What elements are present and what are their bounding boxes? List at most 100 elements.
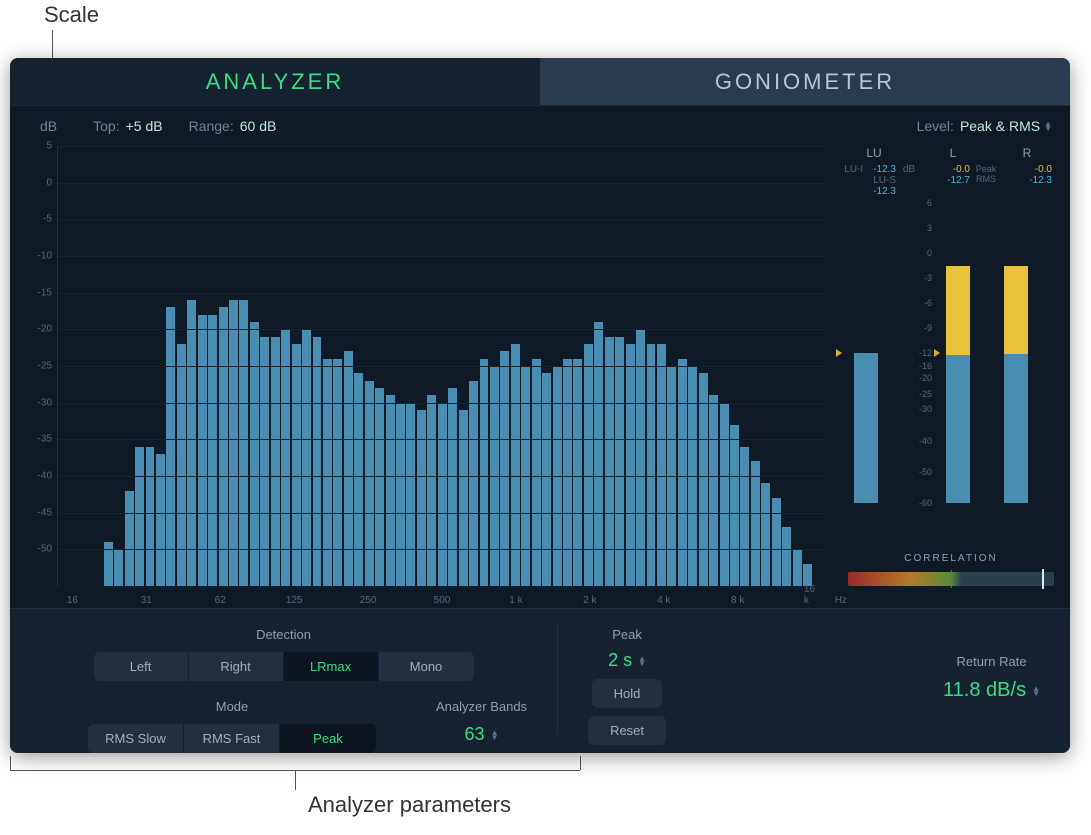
lr-marker-icon xyxy=(934,349,940,357)
bands-value-text: 63 xyxy=(465,724,485,745)
return-rate-label: Return Rate xyxy=(956,654,1026,669)
r-meter xyxy=(1004,203,1028,503)
freq-bar xyxy=(803,564,812,586)
hold-button[interactable]: Hold xyxy=(592,679,663,708)
return-rate-stepper-icon[interactable] xyxy=(1032,686,1040,696)
correlation-cursor xyxy=(1042,569,1044,589)
divider xyxy=(557,621,558,735)
meter-tick: -9 xyxy=(924,323,932,333)
x-tick: 4 k xyxy=(657,595,670,606)
x-tick: 500 xyxy=(434,595,451,606)
freq-bar xyxy=(219,307,228,586)
l-meter-fill xyxy=(946,355,970,503)
meter-tick: -30 xyxy=(919,404,932,414)
peak-stepper-icon[interactable] xyxy=(638,656,646,666)
freq-bar xyxy=(563,359,572,586)
detection-option[interactable]: Right xyxy=(189,652,284,681)
lu-marker-icon xyxy=(836,349,842,357)
freq-bar xyxy=(678,359,687,586)
reset-button[interactable]: Reset xyxy=(588,716,666,745)
freq-bar xyxy=(302,329,311,586)
mode-option[interactable]: Peak xyxy=(280,724,376,753)
return-rate-value[interactable]: 11.8 dB/s xyxy=(943,679,1040,702)
detection-option[interactable]: Mono xyxy=(379,652,474,681)
freq-bar xyxy=(751,461,760,586)
freq-bar xyxy=(793,549,802,586)
freq-bar xyxy=(542,373,551,586)
lu-meter-fill xyxy=(854,353,878,503)
freq-bar xyxy=(594,322,603,586)
correlation-title: CORRELATION xyxy=(844,553,1058,564)
lu-s-label: LU-S xyxy=(873,175,896,186)
analyzer-parameters: Detection LeftRightLRmaxMono Mode RMS Sl… xyxy=(10,608,1070,753)
meter-box: 630-3-6-9-12-16-20-25-30-40-50-60 xyxy=(844,203,1058,503)
r-peak-value: -0.0 xyxy=(1022,164,1052,175)
x-tick: 2 k xyxy=(583,595,596,606)
meter-tick: -60 xyxy=(919,498,932,508)
level-value[interactable]: Peak & RMS xyxy=(960,118,1040,134)
freq-bar xyxy=(229,300,238,586)
detection-label: Detection xyxy=(256,627,311,642)
lu-meter xyxy=(854,203,878,503)
meter-tick: -3 xyxy=(924,273,932,283)
freq-bar xyxy=(761,483,770,586)
x-axis: Hz 1631621252505001 k2 k4 k8 k16 k xyxy=(57,588,827,606)
mode-option[interactable]: RMS Fast xyxy=(184,724,280,753)
db-unit-label: dB xyxy=(40,118,57,134)
level-stepper-icon[interactable] xyxy=(1044,121,1052,131)
r-rms-value: -12.3 xyxy=(1022,175,1052,186)
mode-segmented: RMS SlowRMS FastPeak xyxy=(88,724,376,753)
multimeter-plugin: ANALYZER GONIOMETER dB Top: +5 dB Range:… xyxy=(10,58,1070,753)
freq-bar xyxy=(344,351,353,586)
detection-option[interactable]: Left xyxy=(94,652,189,681)
freq-bar xyxy=(135,447,144,586)
bands-value[interactable]: 63 xyxy=(465,724,499,745)
freq-bar xyxy=(438,403,447,586)
x-tick: 31 xyxy=(141,595,152,606)
r-title: R xyxy=(1002,146,1052,160)
freq-bar xyxy=(156,454,165,586)
meter-tick: -40 xyxy=(919,436,932,446)
mode-option[interactable]: RMS Slow xyxy=(88,724,184,753)
freq-bar xyxy=(730,425,739,586)
lu-i-value: -12.3 xyxy=(866,164,896,175)
freq-bar xyxy=(427,395,436,586)
level-label: Level: xyxy=(917,118,954,134)
x-tick: 8 k xyxy=(731,595,744,606)
tab-analyzer[interactable]: ANALYZER xyxy=(10,58,540,106)
x-tick: 16 xyxy=(67,595,78,606)
freq-bar xyxy=(198,315,207,586)
freq-bar xyxy=(448,388,457,586)
freq-bar xyxy=(281,329,290,586)
annotation-bracket-stem xyxy=(295,770,296,790)
bands-stepper-icon[interactable] xyxy=(491,730,499,740)
freq-bar xyxy=(208,315,217,586)
freq-bar xyxy=(323,359,332,586)
range-value[interactable]: 60 dB xyxy=(240,118,277,134)
freq-bar xyxy=(699,373,708,586)
bands-label: Analyzer Bands xyxy=(436,699,527,714)
freq-bar xyxy=(333,359,342,586)
freq-bar xyxy=(709,395,718,586)
x-tick: 16 k xyxy=(804,584,819,606)
freq-bar xyxy=(573,359,582,586)
annotation-bracket-l xyxy=(10,756,11,770)
freq-bar xyxy=(532,359,541,586)
l-meter-over xyxy=(946,266,970,356)
tab-goniometer[interactable]: GONIOMETER xyxy=(540,58,1070,106)
range-label: Range: xyxy=(189,118,234,134)
peak-value[interactable]: 2 s xyxy=(608,650,646,671)
freq-bar xyxy=(114,549,123,586)
freq-bar xyxy=(125,491,134,586)
freq-bar xyxy=(500,351,509,586)
level-meters: LU L R LU-I -12.3 LU-S -12.3 dB -0.0 -12… xyxy=(832,146,1058,608)
freq-bar xyxy=(250,322,259,586)
analyzer-chart xyxy=(57,146,827,586)
freq-bar xyxy=(354,373,363,586)
return-rate-text: 11.8 dB/s xyxy=(943,679,1026,702)
top-value[interactable]: +5 dB xyxy=(126,118,163,134)
freq-bar xyxy=(782,527,791,586)
peak-value-text: 2 s xyxy=(608,650,632,671)
detection-option[interactable]: LRmax xyxy=(284,652,379,681)
meter-tick: -25 xyxy=(919,389,932,399)
